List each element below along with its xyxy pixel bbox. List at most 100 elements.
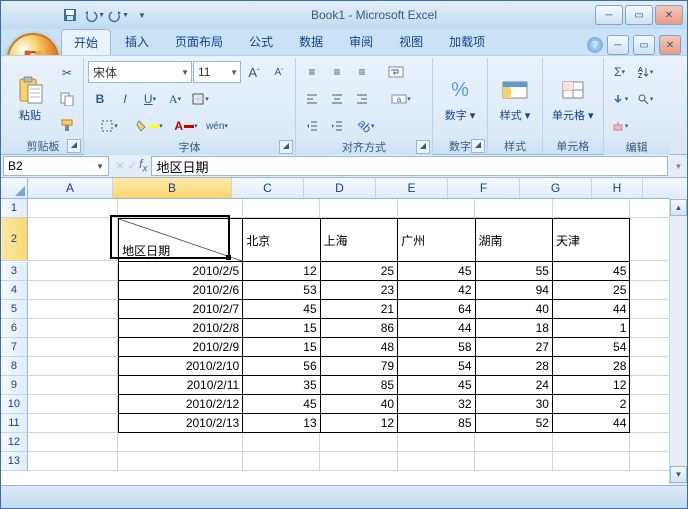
col-header[interactable]: A: [28, 178, 113, 198]
cell[interactable]: 15: [243, 319, 320, 338]
row-header[interactable]: 8: [1, 357, 28, 376]
align-launcher[interactable]: ◢: [416, 140, 430, 154]
tab-视图[interactable]: 视图: [387, 29, 435, 55]
cell[interactable]: 44: [553, 300, 630, 319]
cell[interactable]: 85: [398, 414, 475, 433]
row-header[interactable]: 5: [1, 300, 28, 319]
cell[interactable]: [28, 300, 118, 319]
row-header[interactable]: 10: [1, 395, 28, 414]
cell[interactable]: [475, 452, 553, 471]
underline-button[interactable]: U▾: [138, 87, 162, 111]
cell[interactable]: 45: [243, 395, 320, 414]
row-header[interactable]: 13: [1, 452, 28, 471]
cell[interactable]: [243, 433, 321, 452]
col-header[interactable]: E: [376, 178, 448, 198]
minimize-button[interactable]: ─: [595, 5, 623, 25]
cell[interactable]: 12: [321, 414, 398, 433]
wrap-text-icon[interactable]: [384, 60, 408, 84]
cell[interactable]: [243, 452, 321, 471]
expand-formula-icon[interactable]: ▼: [670, 162, 687, 171]
cell[interactable]: 42: [398, 281, 475, 300]
cut-icon[interactable]: ✂: [55, 61, 79, 85]
cell[interactable]: 94: [476, 281, 553, 300]
cancel-formula-icon[interactable]: ✕: [115, 159, 125, 173]
cell[interactable]: 44: [553, 414, 630, 433]
align-right-icon[interactable]: [350, 87, 374, 111]
spreadsheet-grid[interactable]: A B C D E F G H 12地区日期北京上海广州湖南天津32010/2/…: [1, 178, 687, 485]
cell[interactable]: 2010/2/11: [118, 376, 243, 395]
align-bottom-icon[interactable]: ≡: [350, 60, 374, 84]
cell[interactable]: 52: [476, 414, 553, 433]
qat-customize-icon[interactable]: ▼: [131, 4, 153, 26]
cell[interactable]: [320, 452, 398, 471]
font-name-combo[interactable]: 宋体▼: [88, 61, 192, 83]
enter-formula-icon[interactable]: ✓: [127, 159, 137, 173]
scroll-down-icon[interactable]: ▼: [670, 466, 687, 483]
cell[interactable]: [28, 414, 118, 433]
cell[interactable]: 15: [243, 338, 320, 357]
cell[interactable]: [243, 199, 321, 218]
cell[interactable]: 28: [553, 357, 630, 376]
cell[interactable]: [28, 281, 118, 300]
cell[interactable]: 79: [321, 357, 398, 376]
cell[interactable]: 86: [321, 319, 398, 338]
name-box[interactable]: B2▼: [3, 156, 109, 176]
cell[interactable]: [118, 199, 242, 218]
cell[interactable]: [118, 452, 242, 471]
cell[interactable]: 2010/2/12: [118, 395, 243, 414]
cell[interactable]: 32: [398, 395, 475, 414]
font-launcher[interactable]: ◢: [279, 140, 293, 154]
cell[interactable]: 45: [398, 262, 475, 281]
col-header[interactable]: G: [520, 178, 592, 198]
cell[interactable]: 30: [476, 395, 553, 414]
border-style-button[interactable]: ▾: [88, 114, 130, 138]
merge-center-icon[interactable]: a▾: [384, 87, 418, 111]
cell[interactable]: 28: [476, 357, 553, 376]
cell[interactable]: 广州: [398, 218, 475, 262]
row-header[interactable]: 4: [1, 281, 28, 300]
cell[interactable]: 85: [321, 376, 398, 395]
find-icon[interactable]: ▾: [633, 87, 657, 111]
cell[interactable]: [28, 199, 118, 218]
cell[interactable]: [553, 452, 631, 471]
cell[interactable]: 18: [476, 319, 553, 338]
cell[interactable]: 天津: [553, 218, 630, 262]
tab-数据[interactable]: 数据: [287, 29, 335, 55]
fill-icon[interactable]: ▾: [608, 87, 632, 111]
cell[interactable]: [398, 199, 476, 218]
fx-icon[interactable]: fx: [139, 157, 147, 174]
maximize-button[interactable]: ▭: [625, 5, 653, 25]
cell[interactable]: [475, 199, 553, 218]
number-format-button[interactable]: % 数字 ▾: [437, 71, 483, 126]
redo-icon[interactable]: ▼: [107, 4, 129, 26]
cell[interactable]: [28, 376, 118, 395]
cell[interactable]: 24: [476, 376, 553, 395]
scroll-up-icon[interactable]: ▲: [670, 199, 687, 216]
col-header[interactable]: H: [592, 178, 643, 198]
phonetic-button[interactable]: A▾: [163, 87, 187, 111]
format-painter-icon[interactable]: [55, 113, 79, 137]
tab-加载项[interactable]: 加载项: [437, 29, 497, 55]
cell[interactable]: [398, 452, 476, 471]
cell[interactable]: [553, 433, 631, 452]
cell[interactable]: 2: [553, 395, 630, 414]
tab-开始[interactable]: 开始: [61, 29, 111, 55]
cell[interactable]: [28, 452, 118, 471]
cell[interactable]: 56: [243, 357, 320, 376]
font-size-combo[interactable]: 11▼: [193, 61, 241, 83]
clipboard-launcher[interactable]: ◢: [67, 139, 81, 153]
row-header[interactable]: 1: [1, 199, 28, 218]
row-header[interactable]: 2: [1, 218, 28, 261]
cell[interactable]: 地区日期: [118, 218, 243, 262]
cell[interactable]: 2010/2/7: [118, 300, 243, 319]
cell[interactable]: [28, 395, 118, 414]
paste-button[interactable]: 粘贴: [7, 71, 53, 126]
select-all-corner[interactable]: [1, 178, 28, 198]
tab-公式[interactable]: 公式: [237, 29, 285, 55]
close-button[interactable]: ✕: [655, 5, 683, 25]
phonetic-guide-button[interactable]: wén▾: [205, 114, 229, 138]
row-header[interactable]: 6: [1, 319, 28, 338]
cell[interactable]: 2010/2/6: [118, 281, 243, 300]
cell[interactable]: 53: [243, 281, 320, 300]
cell[interactable]: 2010/2/5: [118, 262, 243, 281]
